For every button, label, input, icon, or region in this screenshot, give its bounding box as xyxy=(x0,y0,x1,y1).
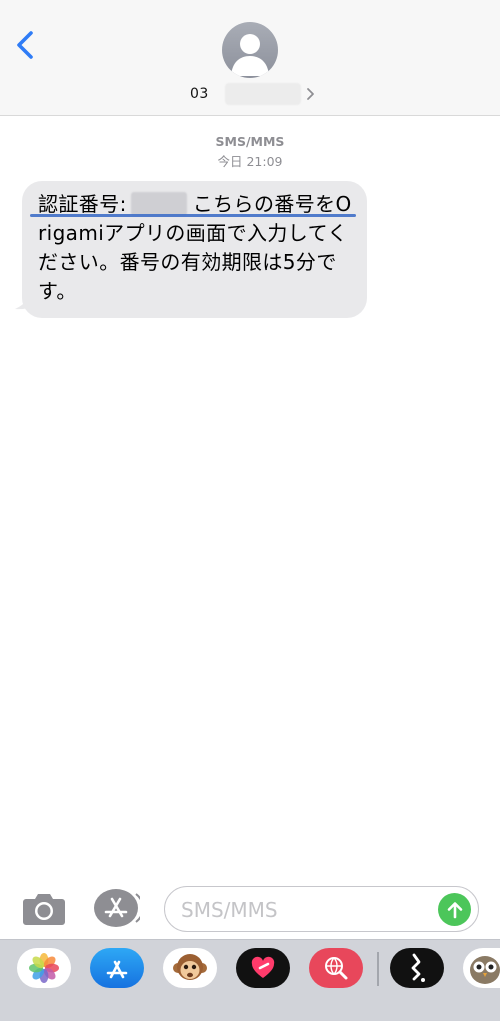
incoming-message-bubble[interactable]: 認証番号: こちらの番号をOrigamiアプリの画面で入力してください。番号の有効… xyxy=(22,181,367,318)
owl-sticker-app-icon[interactable] xyxy=(463,948,500,988)
person-silhouette-icon xyxy=(231,34,269,76)
redacted-contact-number xyxy=(224,83,301,105)
back-button[interactable] xyxy=(10,26,44,64)
app-store-button[interactable] xyxy=(94,888,145,928)
message-compose-field[interactable] xyxy=(164,886,479,932)
service-label: SMS/MMS xyxy=(215,134,285,149)
contact-number-prefix: 03 xyxy=(190,86,209,102)
globe-search-icon xyxy=(325,957,348,980)
message-prefix: 認証番号: xyxy=(38,192,127,216)
message-text: 認証番号: こちらの番号をOrigamiアプリの画面で入力してください。番号の有効… xyxy=(38,190,353,306)
digital-touch-app-icon[interactable] xyxy=(236,948,290,988)
arrow-up-icon xyxy=(447,901,462,918)
camera-icon xyxy=(23,894,65,925)
heart-touch-icon xyxy=(251,956,275,978)
drawer-divider xyxy=(377,952,379,986)
app-store-app-icon[interactable] xyxy=(90,948,144,988)
message-input[interactable] xyxy=(181,895,431,925)
chevron-right-icon xyxy=(306,88,314,100)
contact-avatar[interactable] xyxy=(222,22,278,78)
redacted-verification-code xyxy=(130,192,187,216)
conversation-header: 03 xyxy=(0,0,500,116)
monkey-icon xyxy=(173,954,207,980)
chevron-left-icon xyxy=(17,31,33,59)
send-button[interactable] xyxy=(438,893,471,926)
animoji-app-icon[interactable] xyxy=(163,948,217,988)
owl-icon xyxy=(470,956,500,984)
app-store-glyph-icon xyxy=(106,960,128,979)
app-drawer xyxy=(0,939,500,1021)
music-app-icon[interactable] xyxy=(390,948,444,988)
app-store-icon xyxy=(94,889,145,927)
photos-app-icon[interactable] xyxy=(17,948,71,988)
contact-name-row[interactable]: 03 xyxy=(190,82,315,106)
web-search-app-icon[interactable] xyxy=(309,948,363,988)
photos-flower-icon xyxy=(29,953,59,983)
camera-button[interactable] xyxy=(22,890,66,926)
highlight-underline xyxy=(30,214,356,217)
squiggle-icon xyxy=(411,953,425,982)
message-timestamp: 今日 21:09 xyxy=(217,154,283,169)
